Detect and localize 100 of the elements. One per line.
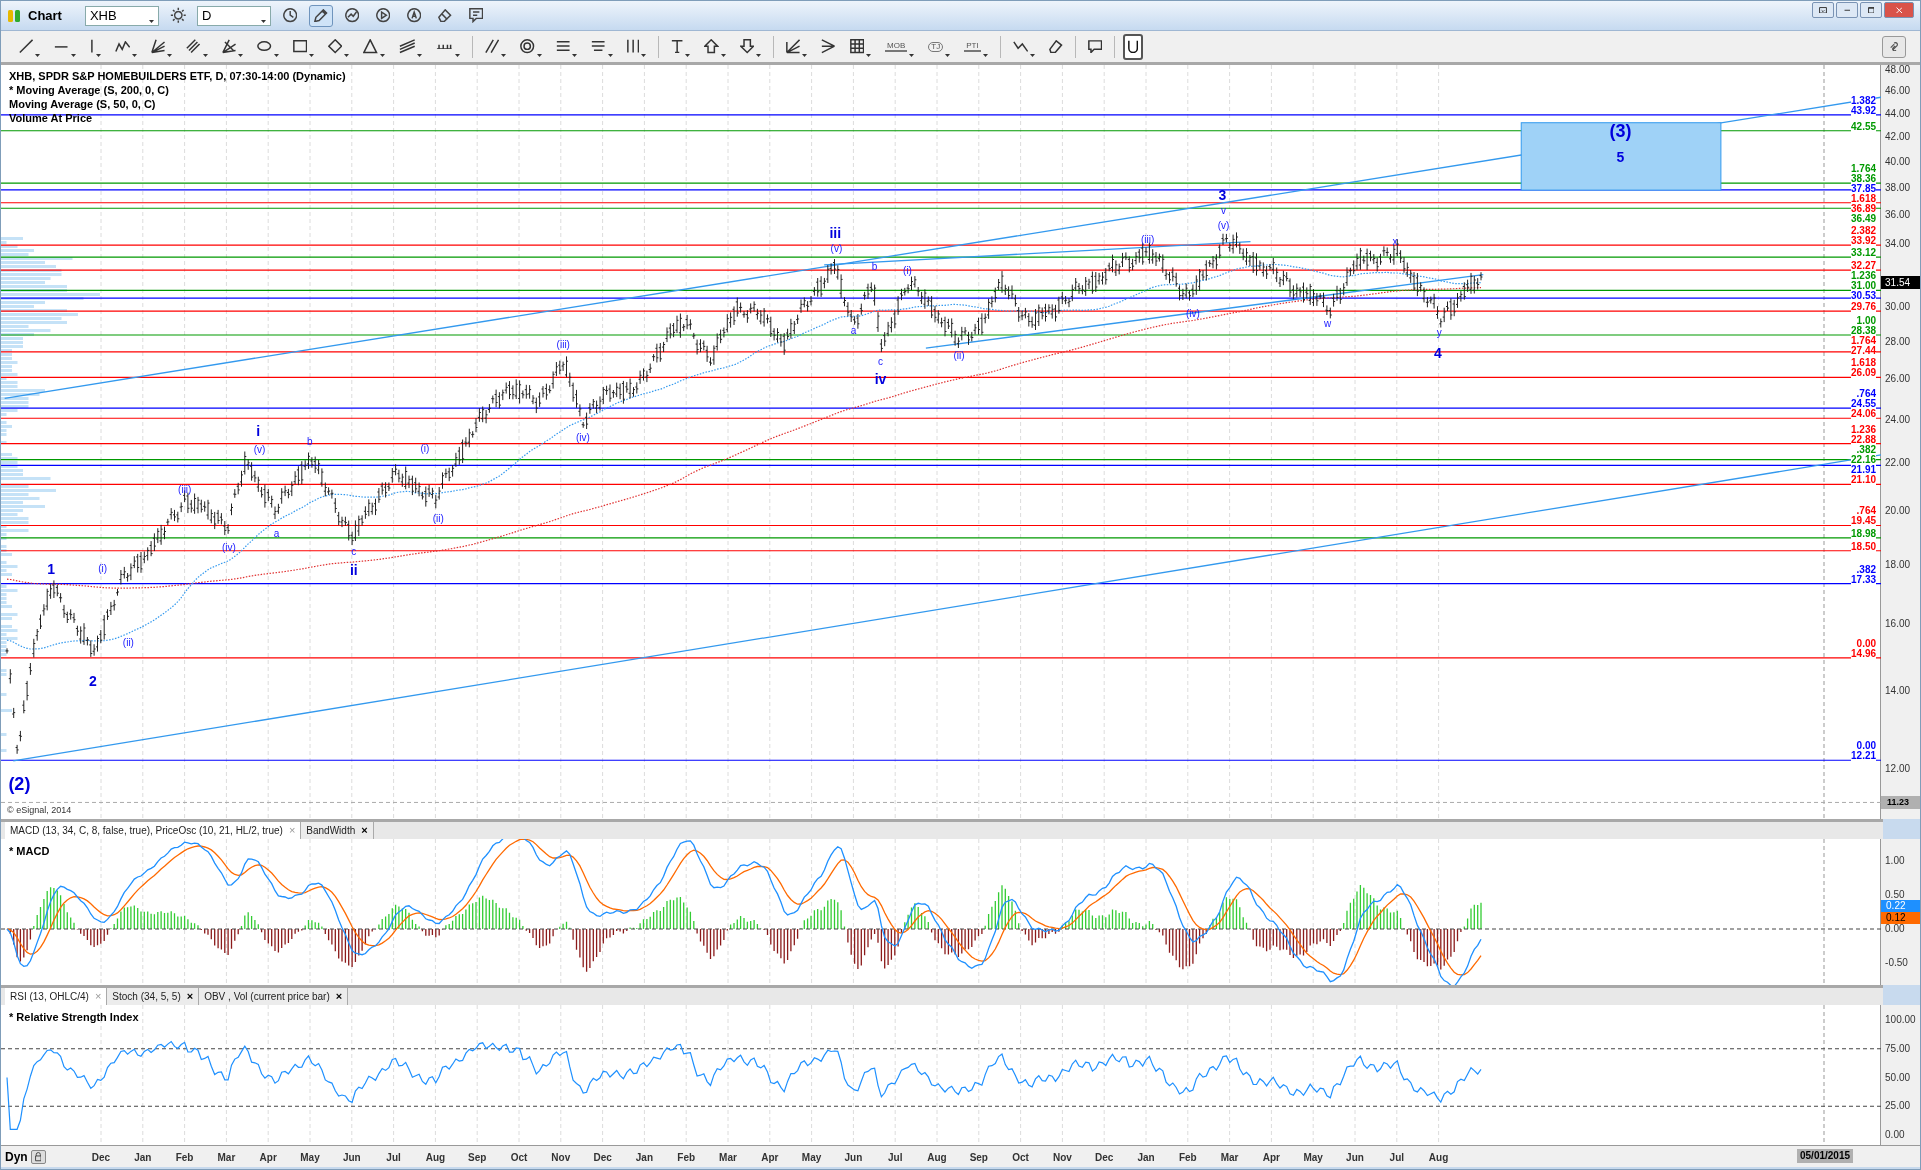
indicator-tab[interactable]: Stoch (34, 5, 5) × <box>107 988 200 1005</box>
magnet-button[interactable] <box>1122 33 1144 60</box>
legend-text: * Moving Average (S, 200, 0, C) <box>9 83 170 97</box>
month-label: Aug <box>425 1151 446 1165</box>
level-price-label: 36.49 <box>1851 214 1877 225</box>
pencil-button[interactable] <box>308 4 333 27</box>
close-tab-button[interactable]: × <box>186 991 194 1002</box>
close-tab-button[interactable]: × <box>361 825 368 836</box>
axis-tick-label: 36.00 <box>1885 210 1911 221</box>
fib-ratio-label: .764 <box>1856 506 1877 517</box>
interval-field[interactable]: D <box>196 5 271 26</box>
close-tab-button[interactable]: × <box>335 991 343 1002</box>
wave-label: 2 <box>89 673 97 690</box>
month-label: Mar <box>217 1151 236 1165</box>
axis-tick-label: -0.50 <box>1885 958 1908 968</box>
wave-label: i <box>256 423 261 440</box>
indicator-tab[interactable]: OBV , Vol (current price bar) × <box>199 988 349 1005</box>
month-label: Mar <box>719 1151 737 1165</box>
fib-ratio-label: 1.00 <box>1856 315 1877 326</box>
left-fan-icon <box>821 39 836 54</box>
level-price-label: 33.92 <box>1851 236 1877 247</box>
month-label: Dec <box>1095 1151 1114 1165</box>
month-label: Jul <box>887 1151 903 1165</box>
lock-button[interactable] <box>30 1150 46 1164</box>
restore-menu-button[interactable] <box>1812 2 1834 18</box>
label-badge-button[interactable]: MOB <box>881 33 919 60</box>
wave-label: (v) <box>830 243 843 255</box>
month-label: Jun <box>1346 1151 1364 1165</box>
month-label: May <box>801 1151 822 1165</box>
caret-icon <box>685 53 691 57</box>
caret-icon <box>132 53 138 57</box>
legend-text: Moving Average (S, 50, 0, C) <box>9 97 157 111</box>
label-badge-button[interactable]: PTI <box>960 33 992 60</box>
wave-label: (v) <box>253 444 266 456</box>
signal-value-tag: 0.12 <box>1881 912 1920 924</box>
level-price-label: 19.45 <box>1851 516 1877 527</box>
month-label: Apr <box>761 1151 779 1165</box>
month-label: Nov <box>551 1151 571 1165</box>
caret-icon <box>501 53 507 57</box>
month-label: May <box>1303 1151 1323 1165</box>
polyline-icon <box>1012 40 1029 53</box>
wave-label: a <box>850 325 857 337</box>
caret-icon <box>607 53 613 57</box>
level-price-label: 24.55 <box>1851 399 1877 410</box>
vertical-line-icon <box>89 39 94 54</box>
month-label: Jan <box>1137 1151 1155 1165</box>
level-price-label: 22.16 <box>1851 454 1877 465</box>
axis-tick-label: 12.00 <box>1885 764 1911 774</box>
link-button[interactable] <box>1882 35 1906 58</box>
level-price-label: 21.91 <box>1851 464 1877 475</box>
level-price-label: 22.88 <box>1851 434 1877 445</box>
chart-icon <box>344 8 360 23</box>
wave-label: (v) <box>1217 220 1230 232</box>
caret-icon <box>379 53 385 57</box>
indicator-tab[interactable]: RSI (13, OHLC/4) × <box>5 988 108 1005</box>
axis-tick-label: 48.00 <box>1885 65 1911 75</box>
tab-label: Stoch (34, 5, 5) <box>112 990 181 1004</box>
caret-icon <box>35 53 41 57</box>
caret-icon <box>720 53 726 57</box>
level-price-label: 12.21 <box>1851 751 1877 762</box>
magnet-icon <box>1127 39 1139 54</box>
symbol-field[interactable]: XHB <box>84 5 159 26</box>
wave-label: b <box>306 435 313 447</box>
wave-label: (i) <box>420 443 430 455</box>
indicator-tab[interactable]: BandWidth × <box>301 822 374 839</box>
copyright-text: © eSignal, 2014 <box>7 803 72 817</box>
month-label: May <box>300 1151 320 1165</box>
maximize-button[interactable] <box>1860 2 1882 18</box>
month-label: Mar <box>1220 1151 1239 1165</box>
month-label: Feb <box>1178 1151 1197 1165</box>
caret-icon <box>866 53 872 57</box>
fib-ratio-label: .382 <box>1856 444 1877 455</box>
indicator-tab[interactable]: MACD (13, 34, C, 8, false, true), PriceOsc (10, 21, HL/2, true) × <box>5 822 302 839</box>
wave-label: b <box>871 260 878 272</box>
fib-ratio-label: 1.618 <box>1851 194 1877 205</box>
caret-icon <box>802 53 808 57</box>
axis-tick-label: 14.00 <box>1885 686 1911 697</box>
caret-icon <box>167 53 173 57</box>
level-price-label: 31.00 <box>1851 281 1877 292</box>
legend-text: Volume At Price <box>9 111 94 125</box>
maximize-icon <box>1867 6 1875 14</box>
gear-icon <box>169 7 187 24</box>
rectangle-icon <box>292 40 308 53</box>
caret-icon <box>417 53 423 57</box>
month-label: Jan <box>134 1151 152 1165</box>
wave-label: x <box>1392 236 1398 248</box>
oval-badge-button[interactable]: TJ <box>924 33 955 60</box>
caret-icon <box>945 53 951 57</box>
level-price-label: 14.96 <box>1851 648 1877 659</box>
caret-icon <box>982 53 988 57</box>
wave-label: a <box>273 527 280 539</box>
level-price-label: 33.12 <box>1851 248 1877 259</box>
axis-tick-label: 20.00 <box>1885 506 1911 517</box>
level-price-label: 30.53 <box>1851 291 1877 302</box>
month-label: Nov <box>1052 1151 1072 1165</box>
caret-icon <box>238 53 244 57</box>
caret-icon <box>260 19 266 23</box>
level-price-label: 18.98 <box>1851 528 1877 539</box>
axis-tick-label: 25.00 <box>1885 1101 1911 1112</box>
fan-icon <box>151 39 166 54</box>
